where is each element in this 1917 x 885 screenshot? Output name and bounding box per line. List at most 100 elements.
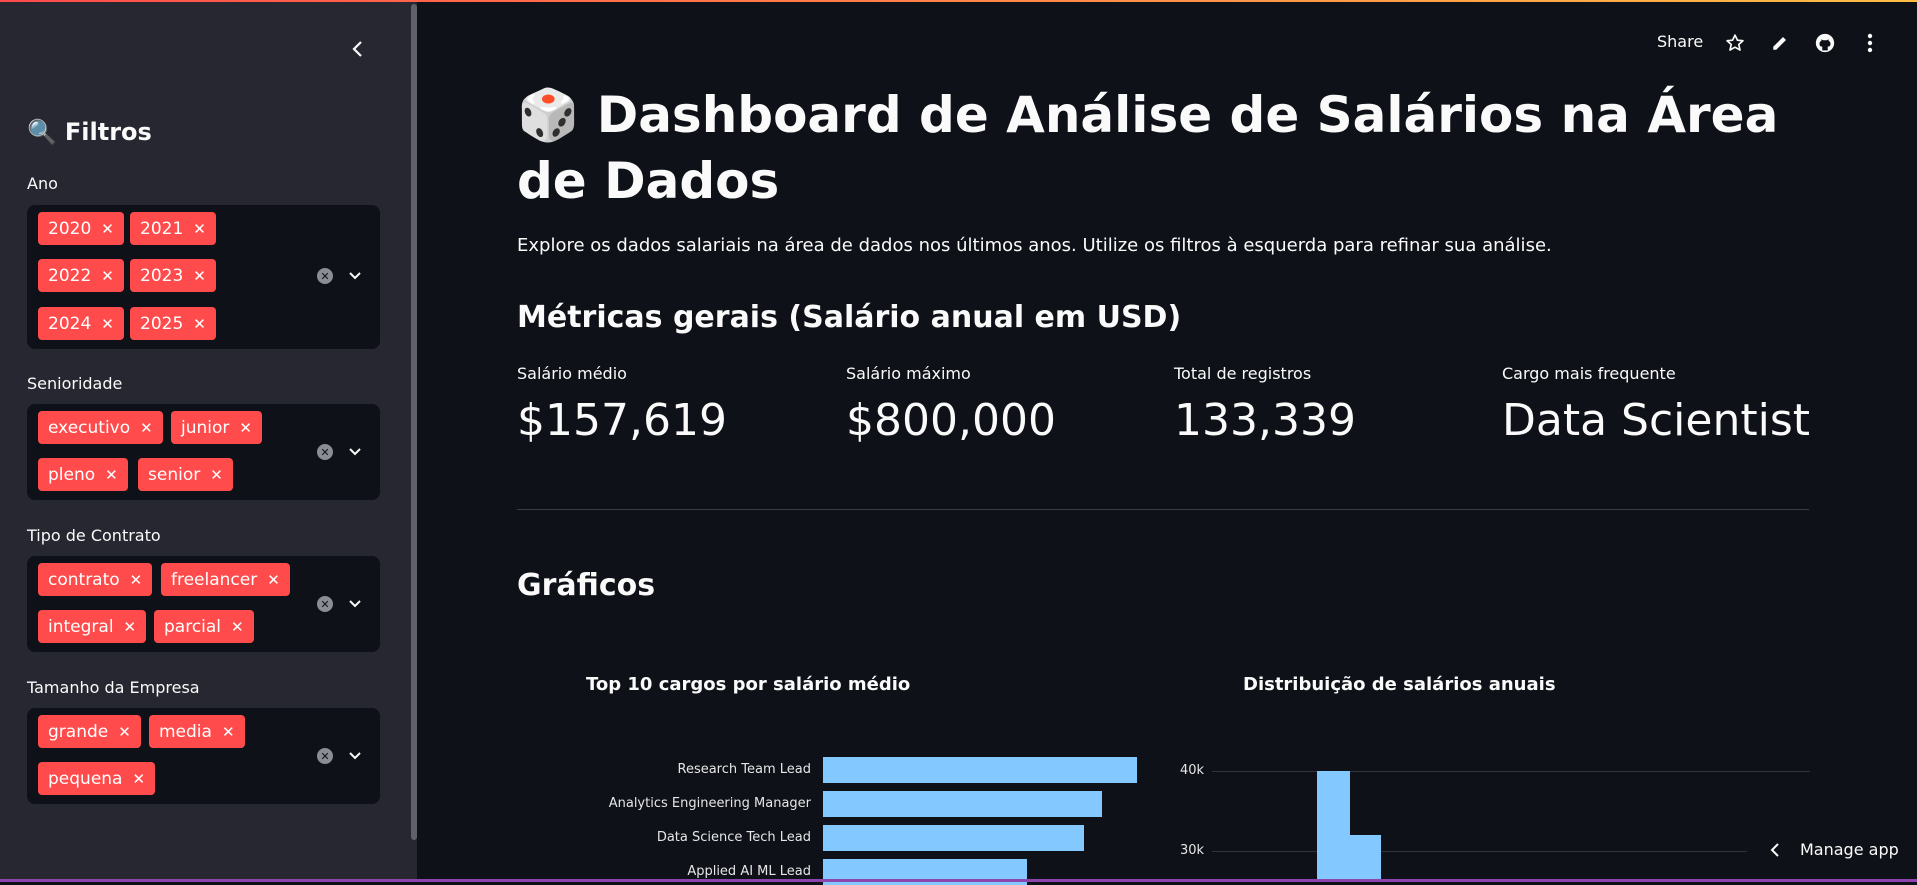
filter-label-tamanho-empresa: Tamanho da Empresa xyxy=(27,678,200,697)
manage-app-label: Manage app xyxy=(1800,840,1899,859)
clear-all-icon[interactable]: ✕ xyxy=(317,748,333,764)
chevron-down-icon[interactable] xyxy=(347,268,363,284)
chevron-left-icon xyxy=(351,40,365,58)
bar-label: Analytics Engineering Manager xyxy=(511,796,811,811)
tag-media[interactable]: media✕ xyxy=(149,715,245,748)
sidebar-scrollbar[interactable] xyxy=(411,4,417,840)
metric-total-records: Total de registros 133,339 xyxy=(1174,364,1356,446)
tag-2024[interactable]: 2024✕ xyxy=(38,307,124,340)
filters-title-text: Filtros xyxy=(65,118,152,146)
remove-tag-icon[interactable]: ✕ xyxy=(231,618,244,636)
tag-grande[interactable]: grande✕ xyxy=(38,715,141,748)
metric-value: $157,619 xyxy=(517,395,727,446)
collapse-sidebar-button[interactable] xyxy=(346,34,370,64)
metric-label: Salário médio xyxy=(517,364,727,383)
remove-tag-icon[interactable]: ✕ xyxy=(193,220,206,238)
top-accent-line xyxy=(0,0,1917,2)
tag-2025[interactable]: 2025✕ xyxy=(130,307,216,340)
metric-label: Cargo mais frequente xyxy=(1502,364,1810,383)
multiselect-tipo-contrato[interactable]: contrato✕ freelancer✕ integral✕ parcial✕… xyxy=(27,556,380,652)
metric-label: Salário máximo xyxy=(846,364,1056,383)
chevron-down-icon[interactable] xyxy=(347,596,363,612)
remove-tag-icon[interactable]: ✕ xyxy=(193,315,206,333)
sidebar: 🔍 Filtros Ano 2020✕ 2021✕ 2022✕ 2023✕ 20… xyxy=(0,0,417,882)
clear-all-icon[interactable]: ✕ xyxy=(317,268,333,284)
star-icon[interactable] xyxy=(1724,32,1746,54)
remove-tag-icon[interactable]: ✕ xyxy=(130,571,143,589)
y-tick-label: 30k xyxy=(1180,843,1204,858)
remove-tag-icon[interactable]: ✕ xyxy=(101,267,114,285)
pencil-icon[interactable] xyxy=(1769,32,1791,54)
chart-title-top-roles: Top 10 cargos por salário médio xyxy=(586,674,910,695)
remove-tag-icon[interactable]: ✕ xyxy=(267,571,280,589)
tag-2020[interactable]: 2020✕ xyxy=(38,212,124,245)
y-tick-label: 40k xyxy=(1180,763,1204,778)
remove-tag-icon[interactable]: ✕ xyxy=(105,466,118,484)
share-button[interactable]: Share xyxy=(1657,32,1703,51)
remove-tag-icon[interactable]: ✕ xyxy=(210,466,223,484)
remove-tag-icon[interactable]: ✕ xyxy=(132,770,145,788)
remove-tag-icon[interactable]: ✕ xyxy=(222,723,235,741)
charts-heading: Gráficos xyxy=(517,568,655,603)
remove-tag-icon[interactable]: ✕ xyxy=(101,315,114,333)
remove-tag-icon[interactable]: ✕ xyxy=(118,723,131,741)
remove-tag-icon[interactable]: ✕ xyxy=(101,220,114,238)
grid-line xyxy=(1212,771,1810,772)
tag-parcial[interactable]: parcial✕ xyxy=(154,610,254,643)
grid-line xyxy=(1212,851,1747,852)
histogram-bar[interactable] xyxy=(1317,771,1350,879)
bar[interactable] xyxy=(823,791,1102,817)
dice-icon: 🎲 xyxy=(517,86,579,144)
tag-freelancer[interactable]: freelancer✕ xyxy=(161,563,290,596)
intro-text: Explore os dados salariais na área de da… xyxy=(517,235,1552,256)
chart-title-salary-distribution: Distribuição de salários anuais xyxy=(1243,674,1556,695)
tag-2021[interactable]: 2021✕ xyxy=(130,212,216,245)
filter-label-ano: Ano xyxy=(27,174,58,193)
tag-junior[interactable]: junior✕ xyxy=(171,411,262,444)
remove-tag-icon[interactable]: ✕ xyxy=(239,419,252,437)
section-divider xyxy=(517,509,1809,510)
chevron-down-icon[interactable] xyxy=(347,748,363,764)
clear-all-icon[interactable]: ✕ xyxy=(317,444,333,460)
remove-tag-icon[interactable]: ✕ xyxy=(124,618,137,636)
page-title: 🎲 Dashboard de Análise de Salários na Ár… xyxy=(517,82,1807,214)
filters-heading: 🔍 Filtros xyxy=(27,118,152,146)
bar[interactable] xyxy=(823,757,1137,783)
remove-tag-icon[interactable]: ✕ xyxy=(193,267,206,285)
tag-2022[interactable]: 2022✕ xyxy=(38,259,124,292)
metric-avg-salary: Salário médio $157,619 xyxy=(517,364,727,446)
tag-integral[interactable]: integral✕ xyxy=(38,610,146,643)
metric-most-frequent-role: Cargo mais frequente Data Scientist xyxy=(1502,364,1810,446)
bar-label: Applied AI ML Lead xyxy=(511,864,811,879)
metric-value: Data Scientist xyxy=(1502,395,1810,446)
metric-max-salary: Salário máximo $800,000 xyxy=(846,364,1056,446)
metric-value: $800,000 xyxy=(846,395,1056,446)
tag-contrato[interactable]: contrato✕ xyxy=(38,563,152,596)
bar-label: Research Team Lead xyxy=(511,762,811,777)
more-menu-icon[interactable] xyxy=(1859,32,1881,54)
filter-label-senioridade: Senioridade xyxy=(27,374,122,393)
multiselect-ano[interactable]: 2020✕ 2021✕ 2022✕ 2023✕ 2024✕ 2025✕ ✕ xyxy=(27,205,380,349)
tag-pequena[interactable]: pequena✕ xyxy=(38,762,155,795)
bar[interactable] xyxy=(823,825,1084,851)
magnifier-icon: 🔍 xyxy=(27,118,57,146)
histogram-bar[interactable] xyxy=(1350,835,1381,879)
filter-label-tipo-contrato: Tipo de Contrato xyxy=(27,526,161,545)
bar-label: Data Science Tech Lead xyxy=(511,830,811,845)
metric-label: Total de registros xyxy=(1174,364,1356,383)
chevron-left-icon xyxy=(1770,843,1780,857)
page-title-text: Dashboard de Análise de Salários na Área… xyxy=(517,86,1778,210)
metrics-heading: Métricas gerais (Salário anual em USD) xyxy=(517,300,1181,335)
tag-2023[interactable]: 2023✕ xyxy=(130,259,216,292)
multiselect-senioridade[interactable]: executivo✕ junior✕ pleno✕ senior✕ ✕ xyxy=(27,404,380,500)
multiselect-tamanho-empresa[interactable]: grande✕ media✕ pequena✕ ✕ xyxy=(27,708,380,804)
clear-all-icon[interactable]: ✕ xyxy=(317,596,333,612)
metric-value: 133,339 xyxy=(1174,395,1356,446)
chevron-down-icon[interactable] xyxy=(347,444,363,460)
remove-tag-icon[interactable]: ✕ xyxy=(140,419,153,437)
tag-pleno[interactable]: pleno✕ xyxy=(38,458,128,491)
tag-senior[interactable]: senior✕ xyxy=(138,458,233,491)
github-icon[interactable] xyxy=(1814,32,1836,54)
tag-executivo[interactable]: executivo✕ xyxy=(38,411,163,444)
manage-app-button[interactable]: Manage app xyxy=(1770,840,1899,859)
